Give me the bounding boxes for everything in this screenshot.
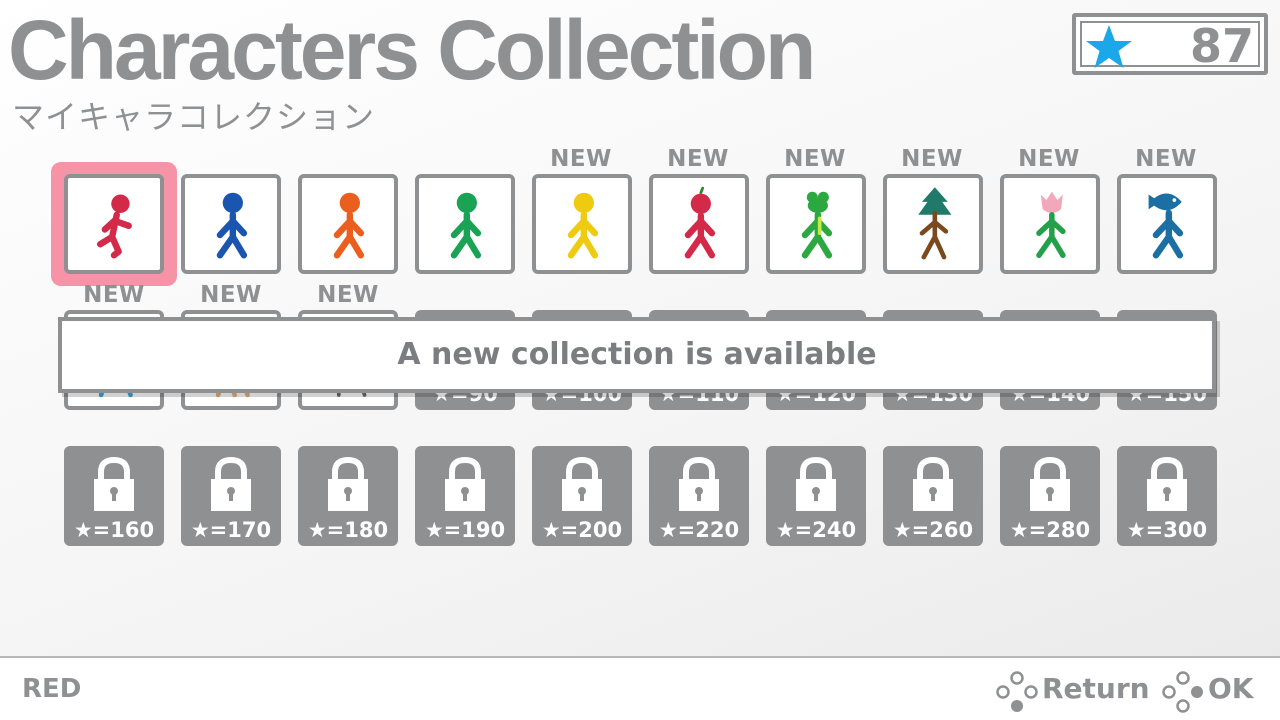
- character-card-frog[interactable]: [766, 174, 866, 274]
- character-card-orange[interactable]: [298, 174, 398, 274]
- unlock-cost: ★=200: [541, 518, 623, 542]
- character-card-green[interactable]: [415, 174, 515, 274]
- locked-card-200[interactable]: ★=200: [532, 446, 632, 546]
- apple-walker-icon: [684, 186, 716, 259]
- locked-card-280[interactable]: ★=280: [1000, 446, 1100, 546]
- new-label: NEW: [200, 282, 262, 308]
- tulip-walker-icon: [1036, 191, 1066, 259]
- star-icon: [1086, 25, 1132, 68]
- new-label: NEW: [901, 146, 963, 172]
- page-title: Characters Collection: [8, 3, 816, 97]
- locked-card-300[interactable]: ★=300: [1117, 446, 1217, 546]
- button-cluster-bottom-icon: [996, 671, 1038, 712]
- unlock-cost: ★=170: [190, 518, 272, 542]
- new-label: NEW: [784, 146, 846, 172]
- locked-card-240[interactable]: ★=240: [766, 446, 866, 546]
- character-card-apple[interactable]: [649, 174, 749, 274]
- frog-walker-icon: [801, 191, 833, 259]
- locked-card-160[interactable]: ★=160: [64, 446, 164, 546]
- character-card-blue[interactable]: [181, 174, 281, 274]
- unlock-cost: ★=300: [1126, 518, 1208, 542]
- character-row-1: [64, 174, 1217, 274]
- character-card-red[interactable]: [64, 174, 164, 274]
- orange-walker-icon: [333, 192, 365, 259]
- character-card-tulip[interactable]: [1000, 174, 1100, 274]
- locked-card-180[interactable]: ★=180: [298, 446, 398, 546]
- new-collection-banner: A new collection is available: [58, 317, 1216, 393]
- new-label: NEW: [83, 282, 145, 308]
- button-cluster-right-icon: [1162, 671, 1203, 713]
- unlock-cost: ★=260: [892, 518, 974, 542]
- ok-label: OK: [1208, 672, 1254, 705]
- character-card-fish[interactable]: [1117, 174, 1217, 274]
- star-count: 87: [1189, 19, 1254, 73]
- new-label: NEW: [317, 282, 379, 308]
- page-subtitle: マイキャラコレクション: [12, 98, 376, 136]
- new-label: NEW: [1018, 146, 1080, 172]
- locked-row: ★=160 ★=170 ★=180 ★=190 ★=200 ★=220 ★=24…: [64, 446, 1217, 546]
- tree-walker-icon: [918, 187, 952, 260]
- character-card-tree[interactable]: [883, 174, 983, 274]
- new-label: NEW: [550, 146, 612, 172]
- locked-card-220[interactable]: ★=220: [649, 446, 749, 546]
- unlock-cost: ★=190: [424, 518, 506, 542]
- yellow-walker-icon: [567, 192, 599, 259]
- star-counter: 87: [1072, 13, 1268, 75]
- red-runner-icon: [96, 194, 132, 259]
- character-card-yellow[interactable]: [532, 174, 632, 274]
- blue-walker-icon: [216, 192, 248, 259]
- return-label: Return: [1042, 672, 1150, 705]
- unlock-cost: ★=160: [73, 518, 155, 542]
- unlock-cost: ★=180: [307, 518, 389, 542]
- locked-card-170[interactable]: ★=170: [181, 446, 281, 546]
- locked-card-260[interactable]: ★=260: [883, 446, 983, 546]
- new-label: NEW: [1135, 146, 1197, 172]
- unlock-cost: ★=280: [1009, 518, 1091, 542]
- new-label: NEW: [667, 146, 729, 172]
- unlock-cost: ★=220: [658, 518, 740, 542]
- fish-walker-icon: [1148, 193, 1184, 259]
- locked-card-190[interactable]: ★=190: [415, 446, 515, 546]
- green-walker-icon: [450, 192, 482, 259]
- unlock-cost: ★=240: [775, 518, 857, 542]
- selected-character-name: RED: [22, 674, 82, 704]
